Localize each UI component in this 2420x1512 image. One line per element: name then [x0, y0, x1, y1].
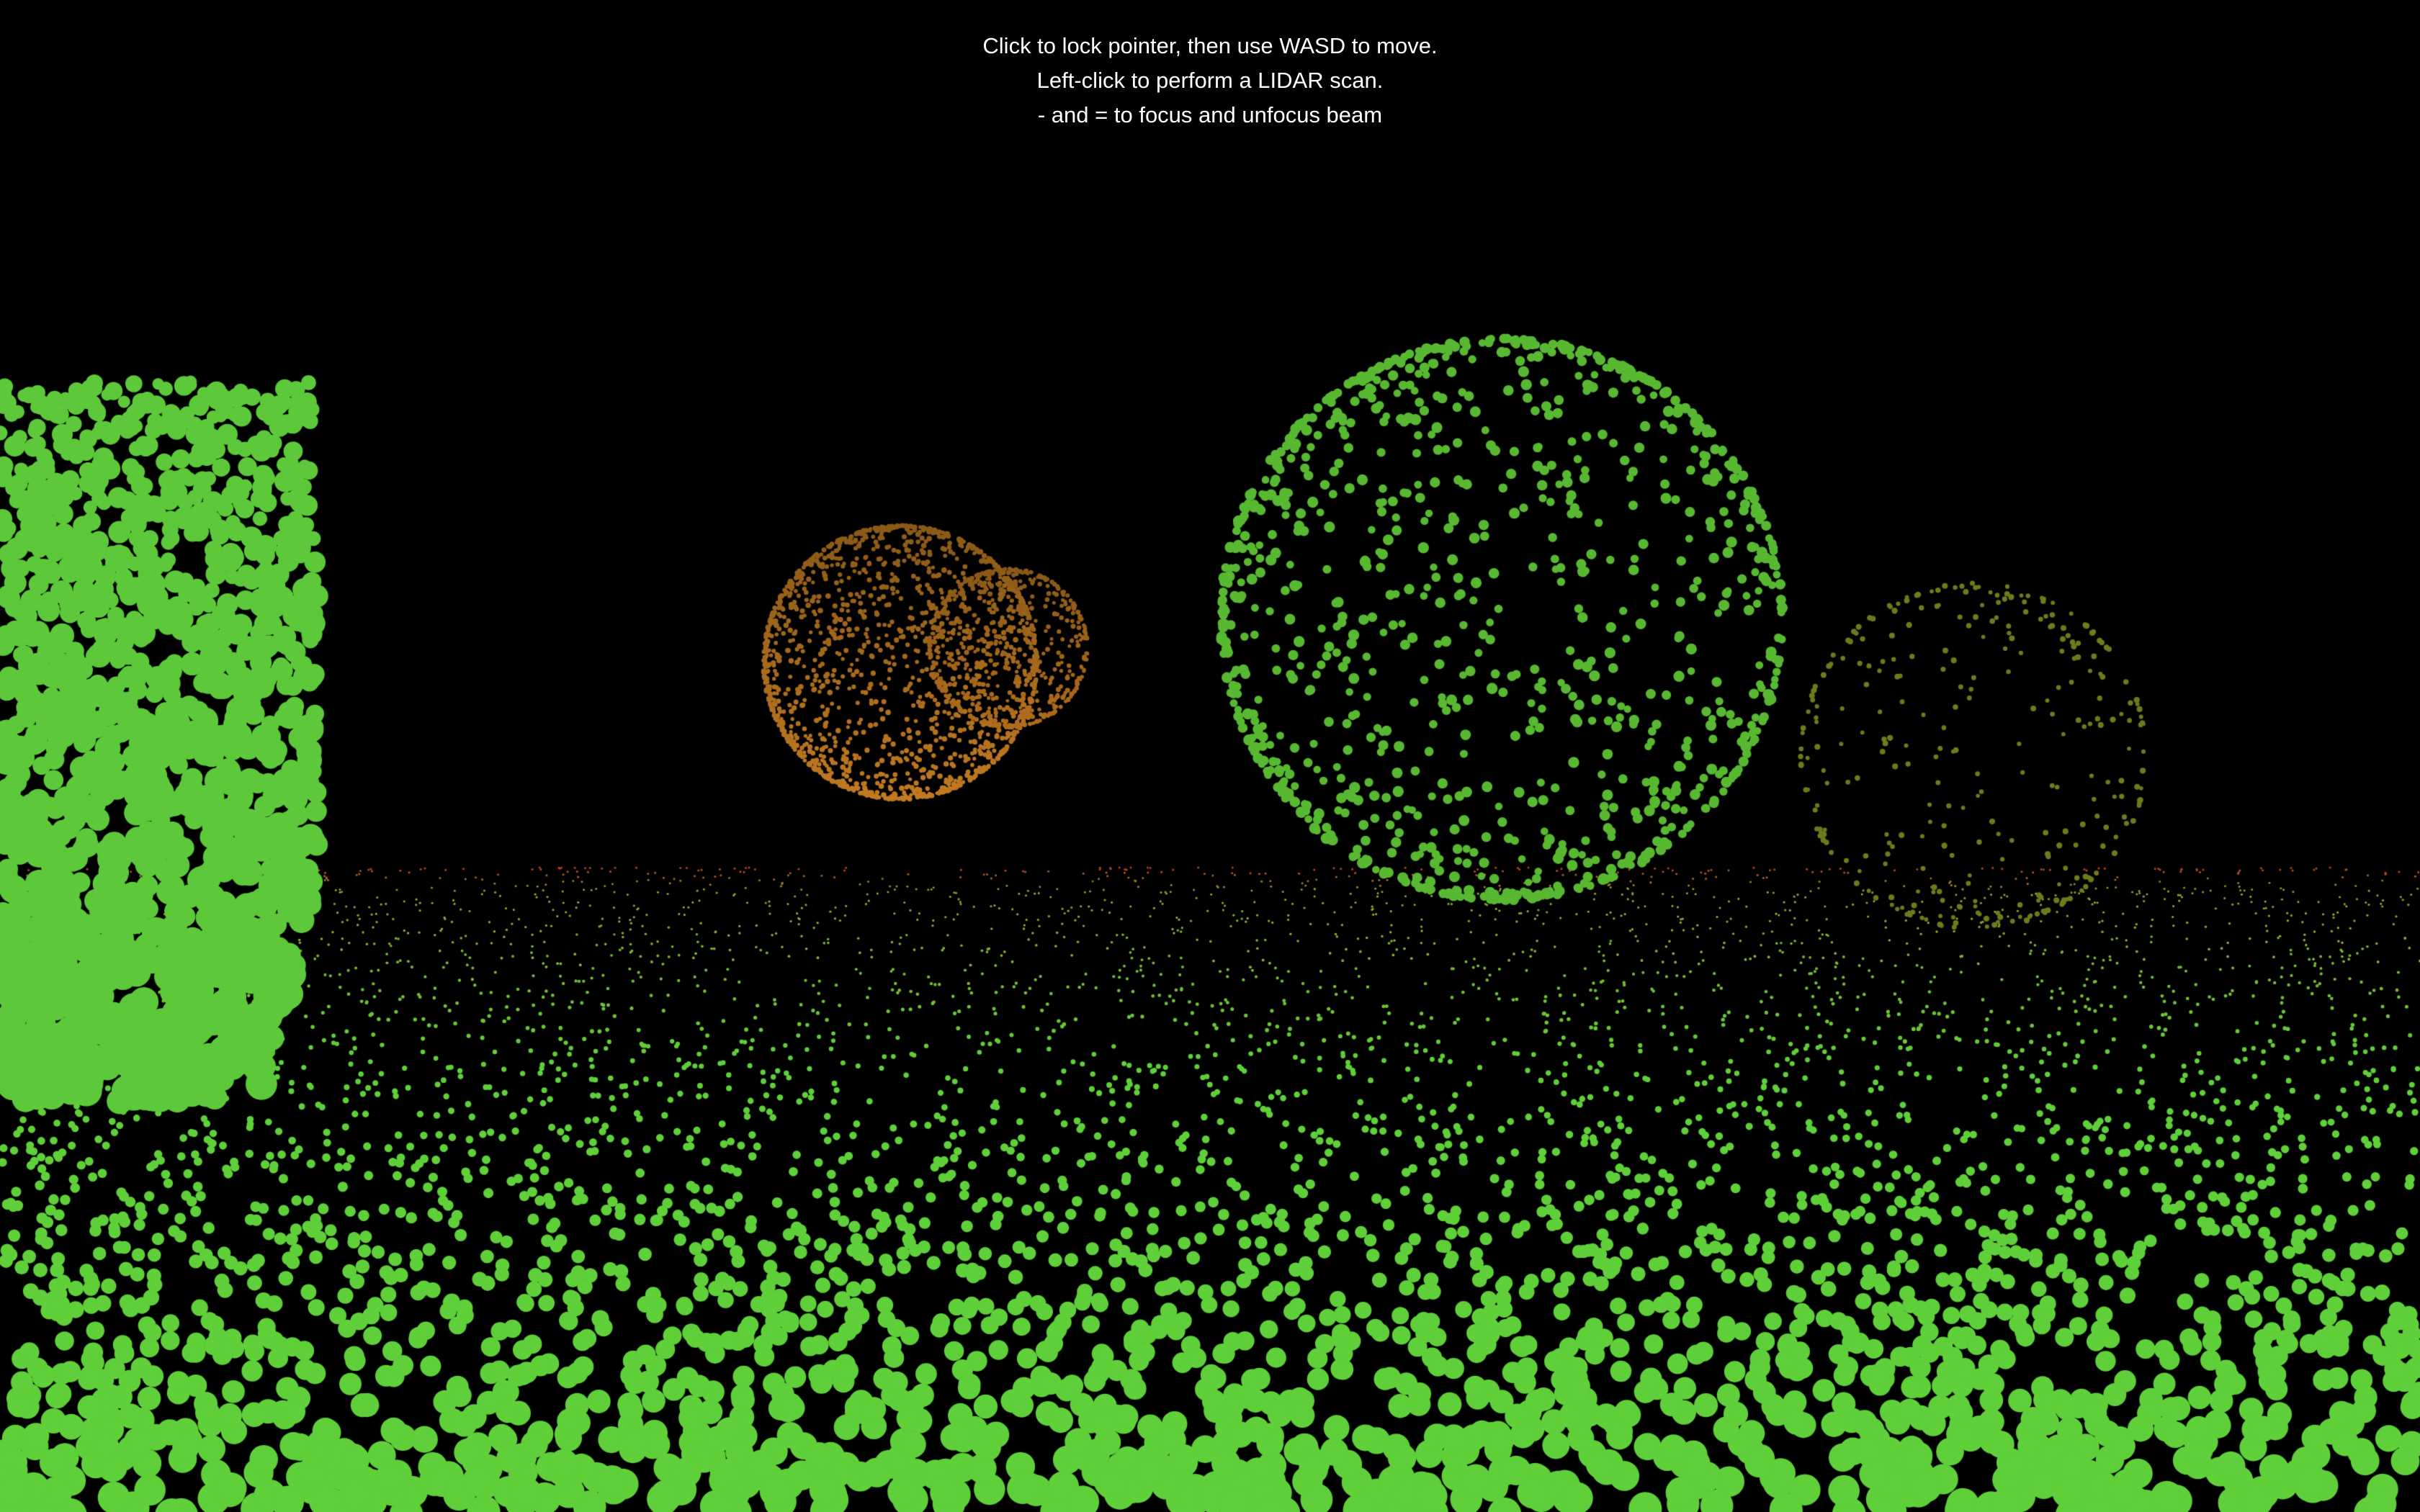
lidar-point-cloud-viewport[interactable]: [0, 0, 2420, 1512]
